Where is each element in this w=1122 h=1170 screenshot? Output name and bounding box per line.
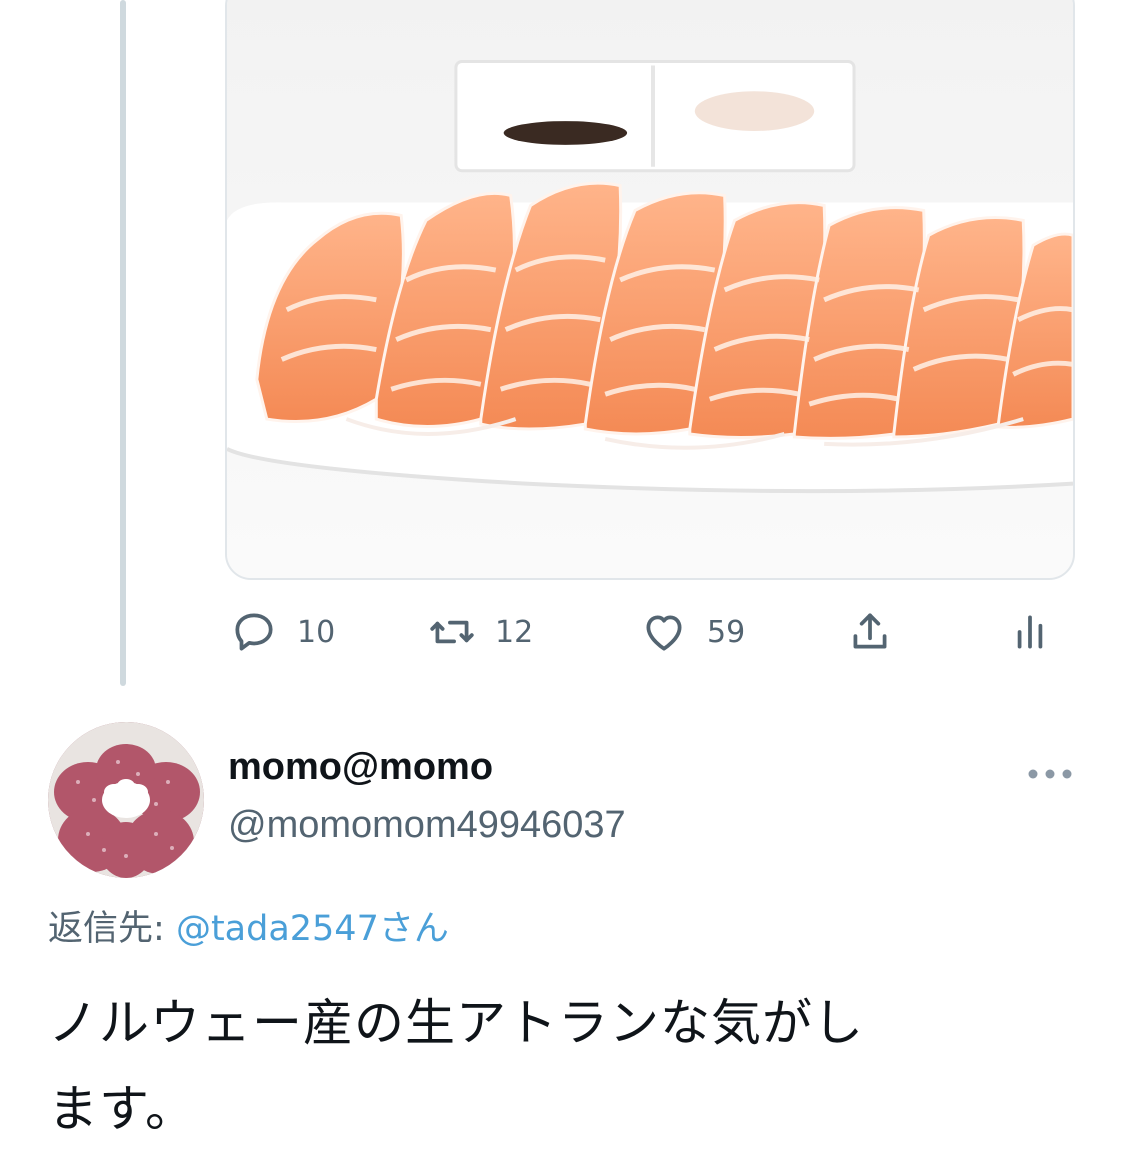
stats-icon (1017, 615, 1043, 649)
replying-to-line: 返信先: @tada2547さん (48, 900, 449, 951)
share-icon (853, 613, 887, 649)
view-stats-button[interactable] (1005, 596, 1055, 668)
like-icon (646, 615, 682, 651)
retweet-count: 12 (495, 614, 534, 650)
tweet-text-line: ノルウェー産の生アトランな気がし (48, 994, 864, 1052)
more-options-icon (1028, 769, 1072, 779)
tweet-text-line: ます。 (48, 1080, 196, 1138)
reply-to-prefix: 返信先: (48, 909, 165, 949)
reply-count: 10 (297, 614, 336, 650)
tweet-photo[interactable] (225, 0, 1075, 580)
share-button[interactable] (845, 596, 895, 668)
reply-to-mention-link[interactable]: @tada2547さん (176, 909, 449, 949)
reply-button[interactable]: 10 (229, 596, 335, 668)
more-options-button[interactable] (1024, 754, 1076, 794)
strawberry-avatar-image (48, 722, 204, 878)
retweet-icon (430, 620, 474, 644)
user-handle[interactable]: @momomom49946037 (228, 804, 626, 847)
avatar[interactable] (48, 722, 204, 878)
tweet-text: ノルウェー産の生アトランな気がし ます。 (48, 980, 1048, 1152)
like-button[interactable]: 59 (639, 596, 745, 668)
salmon-sashimi-photo (227, 0, 1073, 578)
display-name[interactable]: momo@momo (228, 746, 493, 789)
reply-icon (235, 613, 273, 651)
thread-connector-line (120, 0, 126, 686)
like-count: 59 (707, 614, 746, 650)
tweet-thread-view: 10 12 59 momo@momo @momomom49946037 返信先:… (0, 0, 1122, 1170)
tweet-action-bar: 10 12 59 (225, 596, 1075, 668)
retweet-button[interactable]: 12 (427, 596, 533, 668)
